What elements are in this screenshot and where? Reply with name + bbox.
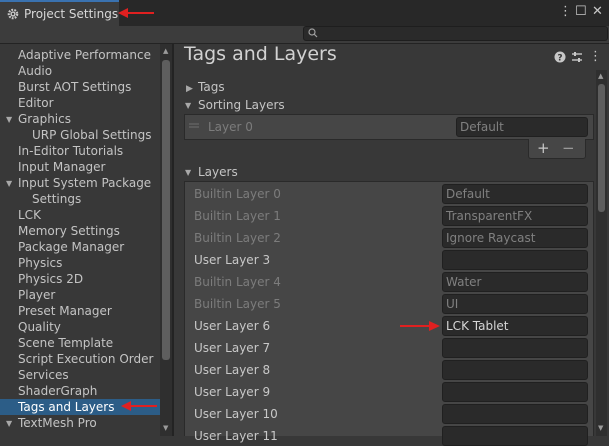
layers-section-header[interactable]: Layers [198,165,238,179]
annotation-arrow-layer [400,321,440,331]
main-scrollbar-thumb[interactable] [598,84,605,212]
close-icon[interactable]: ✕ [592,4,603,19]
sidebar-scrollbar-thumb[interactable] [162,60,170,360]
foldout-open-icon[interactable]: ▼ [185,168,191,177]
sidebar-item-urp-global-settings[interactable]: URP Global Settings [32,127,151,143]
foldout-open-icon[interactable]: ▼ [185,101,191,110]
sorting-layer-name: Layer 0 [208,120,253,134]
layer-label: User Layer 8 [194,363,271,377]
layer-label: Builtin Layer 1 [194,209,281,223]
foldout-open-icon[interactable]: ▼ [6,115,12,124]
sidebar-item-input-system-package[interactable]: Input System Package [18,175,151,191]
layer-field: Default [442,184,588,204]
layer-field: UI [442,294,588,314]
sidebar-item-memory-settings[interactable]: Memory Settings [18,223,120,239]
sidebar-item-player[interactable]: Player [18,287,55,303]
layer-field[interactable] [442,404,588,424]
scroll-down-arrow-icon[interactable]: ▼ [598,424,603,432]
layer-field[interactable] [442,426,588,446]
sidebar-item-quality[interactable]: Quality [18,319,61,335]
sidebar-item-scene-template[interactable]: Scene Template [18,335,113,351]
remove-button[interactable]: − [562,139,575,157]
sidebar-item-in-editor-tutorials[interactable]: In-Editor Tutorials [18,143,123,159]
maximize-icon[interactable]: ☐ [575,4,587,19]
sidebar-item-adaptive-performance[interactable]: Adaptive Performance [18,47,151,63]
layer-label: Builtin Layer 0 [194,187,281,201]
sidebar-item-settings[interactable]: Settings [32,191,81,207]
sidebar-item-physics[interactable]: Physics [18,255,62,271]
layer-label: User Layer 7 [194,341,271,355]
sidebar-item-tags-and-layers[interactable]: Tags and Layers [18,399,114,415]
sidebar-item-shadergraph[interactable]: ShaderGraph [18,383,97,399]
presets-icon[interactable] [571,51,583,63]
foldout-open-icon[interactable]: ▼ [6,419,12,428]
layer-label: User Layer 6 [194,319,271,333]
sidebar-item-lck[interactable]: LCK [18,207,41,223]
page-title: Tags and Layers [184,43,337,65]
layer-label: Builtin Layer 4 [194,275,281,289]
layer-label: Builtin Layer 5 [194,297,281,311]
layer-label: Builtin Layer 2 [194,231,281,245]
sidebar-item-services[interactable]: Services [18,367,69,383]
scroll-down-arrow-icon[interactable]: ▼ [163,424,168,432]
layer-field[interactable] [442,250,588,270]
title-bar: Project Settings ⋮ ☐ ✕ [0,0,609,26]
more-icon[interactable]: ⋮ [589,49,602,64]
layer-field: Ignore Raycast [442,228,588,248]
more-menu-icon[interactable]: ⋮ [559,4,572,19]
drag-handle-icon[interactable] [189,123,199,129]
sidebar: Adaptive Performance Audio Burst AOT Set… [0,44,172,436]
gear-icon [7,8,19,20]
tab-title: Project Settings [24,7,119,21]
layer-field[interactable] [442,382,588,402]
layer-field[interactable] [442,338,588,358]
help-icon[interactable]: ? [554,51,566,63]
sidebar-item-burst-aot-settings[interactable]: Burst AOT Settings [18,79,131,95]
sidebar-item-graphics[interactable]: Graphics [18,111,71,127]
search-input[interactable] [303,26,608,41]
scroll-up-arrow-icon[interactable]: ▲ [598,72,603,80]
sidebar-item-script-execution-order[interactable]: Script Execution Order [18,351,153,367]
foldout-open-icon[interactable]: ▼ [6,179,12,188]
layer-field-lck-tablet[interactable]: LCK Tablet [442,316,588,336]
sidebar-item-package-manager[interactable]: Package Manager [18,239,124,255]
sidebar-item-preset-manager[interactable]: Preset Manager [18,303,112,319]
scroll-up-arrow-icon[interactable]: ▲ [163,47,168,55]
sorting-layers-section-header[interactable]: Sorting Layers [198,98,285,112]
layer-label: User Layer 11 [194,429,278,443]
add-button[interactable]: + [537,139,550,157]
sidebar-item-input-manager[interactable]: Input Manager [18,159,106,175]
tags-section-header[interactable]: Tags [198,80,225,94]
pane-divider[interactable] [172,44,174,436]
sorting-layer-value: Default [456,117,588,137]
sidebar-item-textmesh-pro[interactable]: TextMesh Pro [18,415,97,431]
sidebar-item-audio[interactable]: Audio [18,63,52,79]
layer-label: User Layer 10 [194,407,278,421]
layer-field[interactable] [442,360,588,380]
svg-text:?: ? [557,54,562,64]
layer-label: User Layer 3 [194,253,271,267]
layer-field: Water [442,272,588,292]
project-settings-tab[interactable]: Project Settings [0,0,119,26]
layer-label: User Layer 9 [194,385,271,399]
layer-field: TransparentFX [442,206,588,226]
sidebar-item-editor[interactable]: Editor [18,95,54,111]
annotation-arrow-tab [118,8,154,18]
foldout-closed-icon[interactable]: ▶ [186,84,193,94]
search-icon [308,28,318,38]
annotation-arrow-sidebar [121,401,157,411]
sidebar-item-physics-2d[interactable]: Physics 2D [18,271,83,287]
